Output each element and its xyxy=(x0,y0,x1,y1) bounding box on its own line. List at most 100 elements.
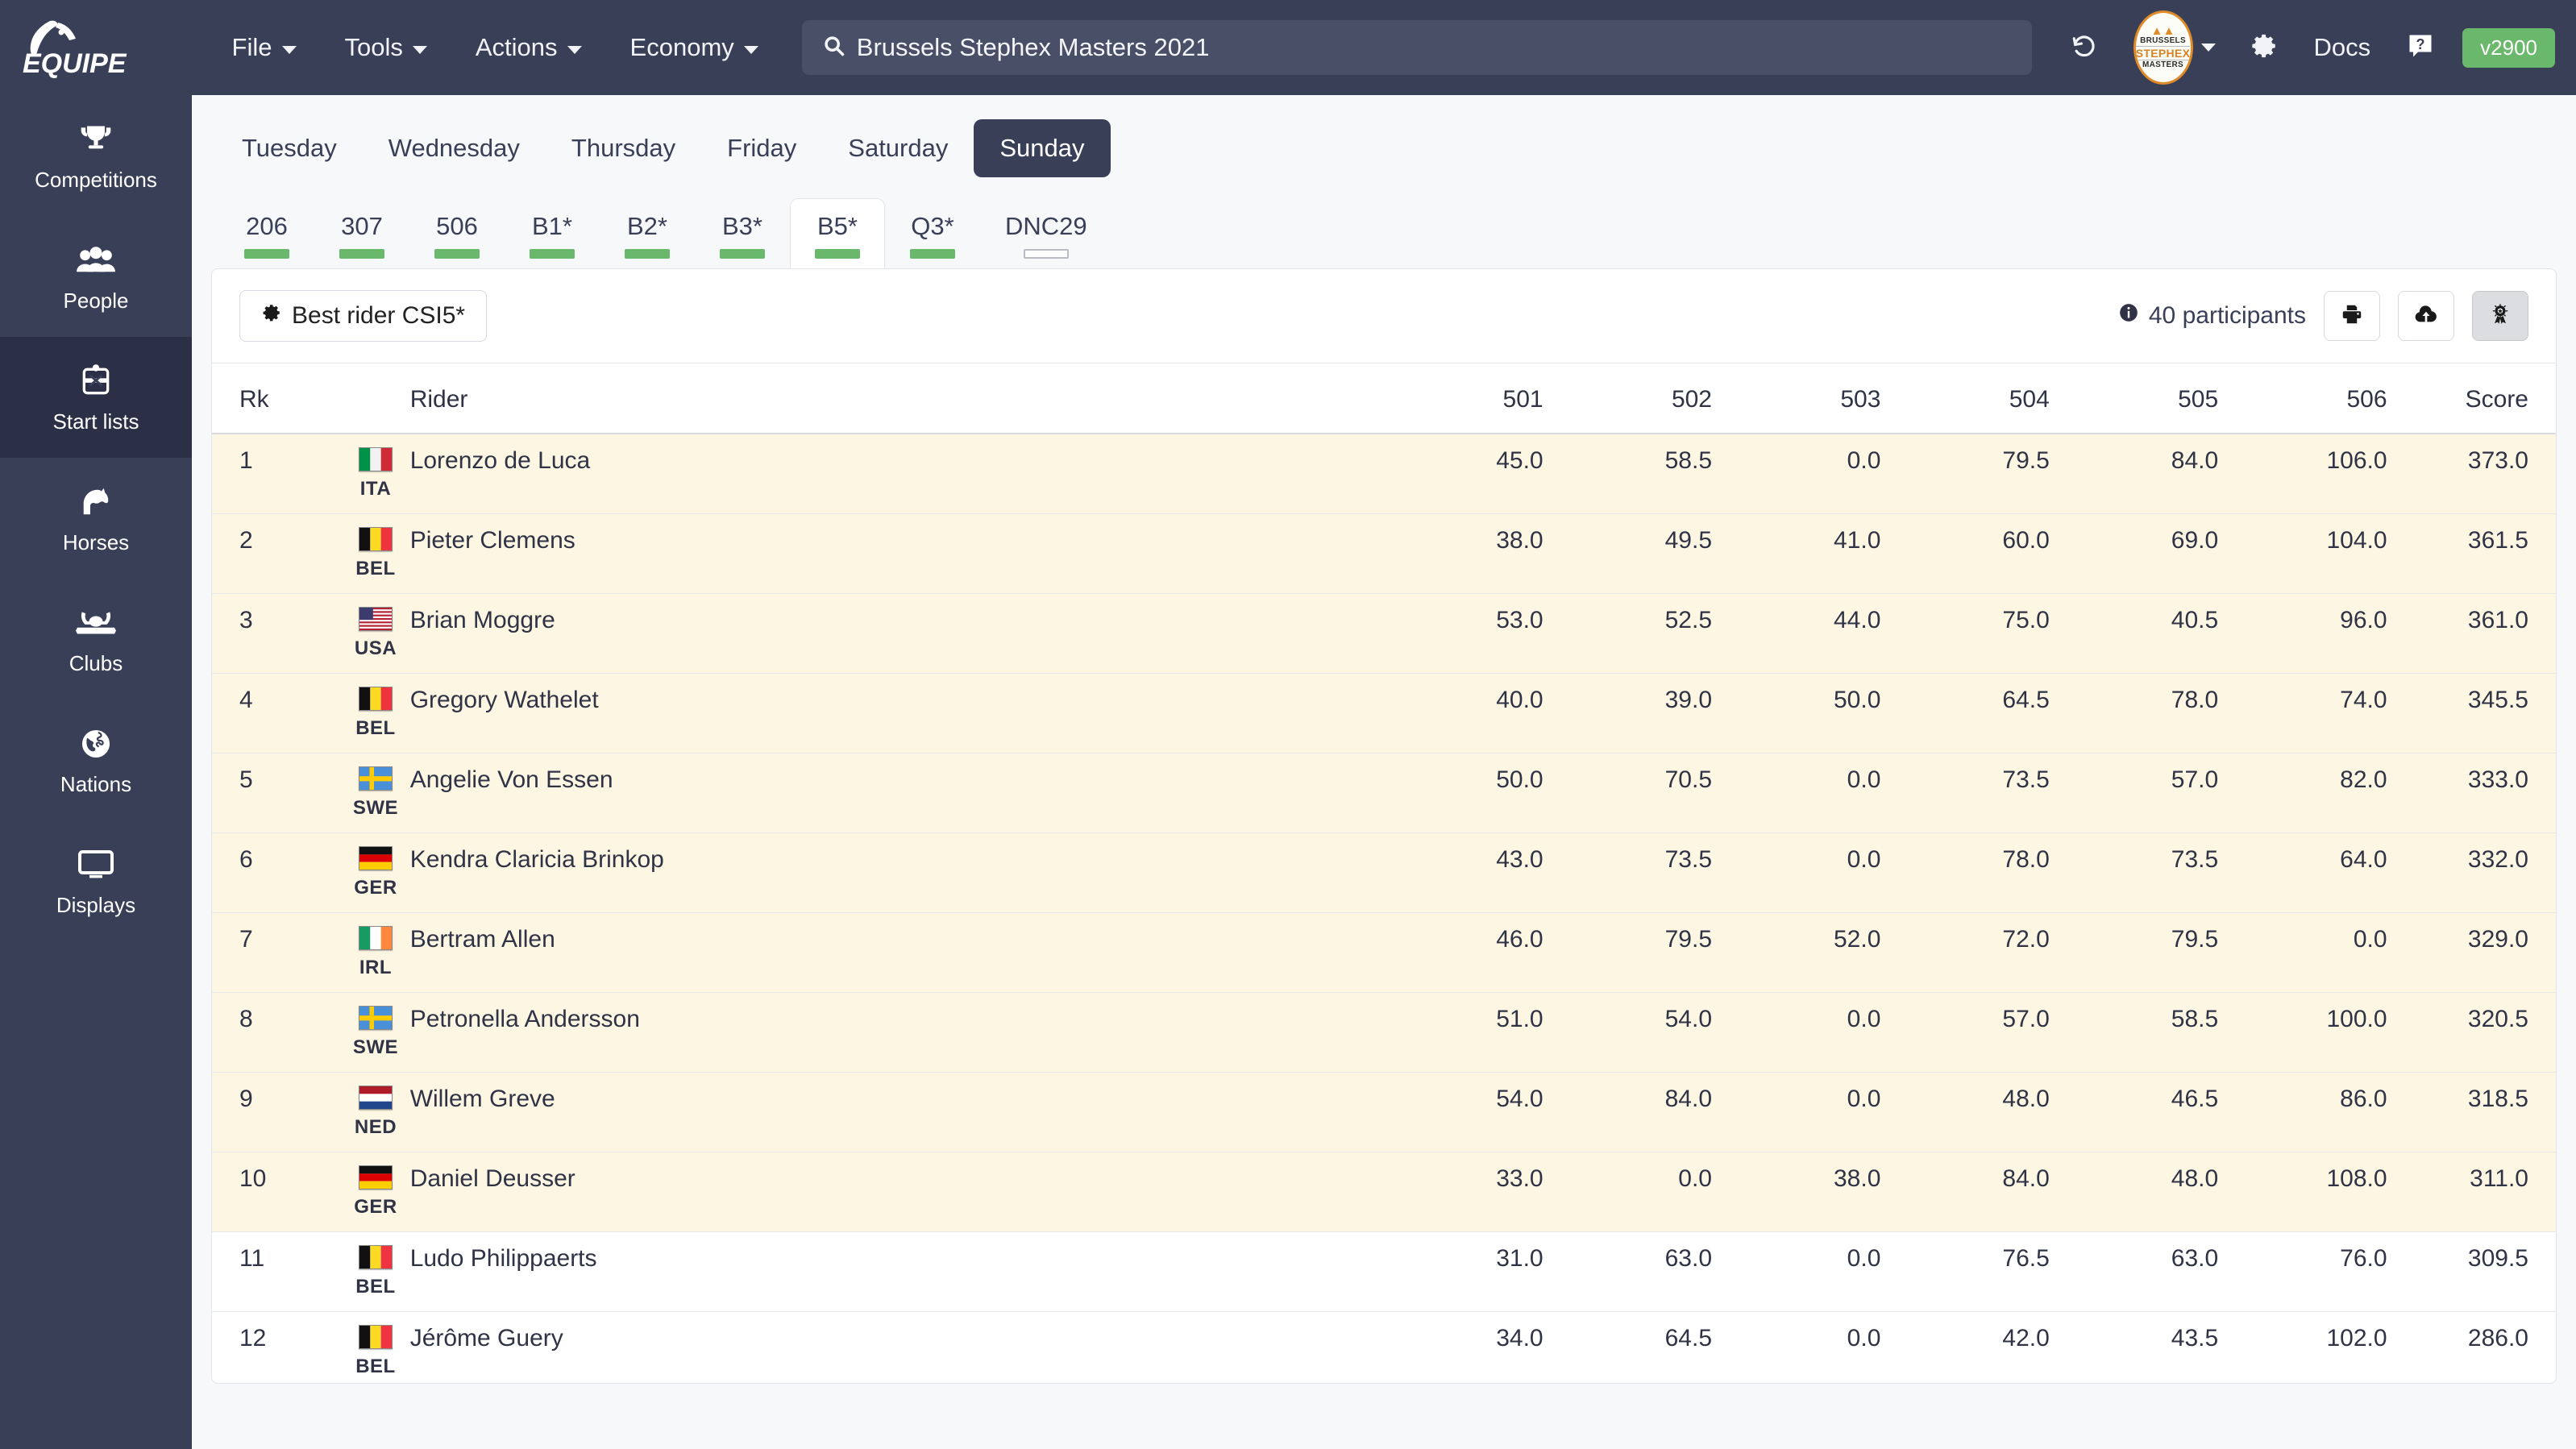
class-tab-label: B2* xyxy=(627,212,667,240)
table-row[interactable]: 4 BEL Gregory Wathelet 40.0 39.0 50.0 64.5 78.0… xyxy=(212,673,2556,754)
version-badge[interactable]: v2900 xyxy=(2462,27,2555,68)
status-bar xyxy=(530,249,575,259)
table-row[interactable]: 8 SWE Petronella Andersson 51.0 54.0 0.0 57.0 5… xyxy=(212,992,2556,1073)
cell-505: 69.0 xyxy=(2049,513,2219,594)
tab-tuesday[interactable]: Tuesday xyxy=(216,119,363,177)
cell-506: 102.0 xyxy=(2218,1311,2387,1383)
rider-name[interactable]: Ludo Philippaerts xyxy=(410,1243,597,1272)
cell-501: 46.0 xyxy=(1374,912,1544,993)
col-header-504[interactable]: 504 xyxy=(1880,363,2050,434)
rider-name[interactable]: Daniel Deusser xyxy=(410,1164,575,1192)
tab-friday[interactable]: Friday xyxy=(701,119,822,177)
table-row[interactable]: 1 ITA Lorenzo de Luca 45.0 58.5 0.0 79.5 84.0 10… xyxy=(212,434,2556,514)
menu-economy[interactable]: Economy xyxy=(606,25,783,70)
class-tab-b1[interactable]: B1* xyxy=(505,198,600,268)
participants-count: 40 participants xyxy=(2118,302,2306,330)
rider-name[interactable]: Kendra Claricia Brinkop xyxy=(410,845,664,873)
total-score-value: 332.0 xyxy=(2467,846,2528,873)
event-badge[interactable]: ▲▲ BRUSSELS STEPHEX MASTERS xyxy=(2116,0,2198,95)
rider-name[interactable]: Jérôme Guery xyxy=(410,1323,563,1351)
rider-name[interactable]: Willem Greve xyxy=(410,1084,555,1112)
cell-506: 76.0 xyxy=(2218,1231,2387,1312)
search-input[interactable]: Brussels Stephex Masters 2021 xyxy=(801,20,2032,75)
menu-tools[interactable]: Tools xyxy=(321,25,451,70)
tab-wednesday[interactable]: Wednesday xyxy=(363,119,546,177)
table-row[interactable]: 2 BEL Pieter Clemens 38.0 49.5 41.0 60.0 69.0 10… xyxy=(212,513,2556,594)
docs-link[interactable]: Docs xyxy=(2296,0,2389,95)
score-value: 74.0 xyxy=(2340,687,2387,713)
score-value: 106.0 xyxy=(2326,447,2387,474)
class-tab-206[interactable]: 206 xyxy=(219,198,314,268)
equipe-logo[interactable]: EQUIPE xyxy=(21,16,182,79)
class-tab-q3[interactable]: Q3* xyxy=(885,198,980,268)
score-value: 84.0 xyxy=(2171,447,2219,474)
tab-sunday[interactable]: Sunday xyxy=(974,119,1111,177)
score-value: 76.0 xyxy=(2340,1245,2387,1272)
cell-rank: 11 xyxy=(212,1231,342,1312)
col-header-score[interactable]: Score xyxy=(2387,363,2556,434)
search-icon xyxy=(823,35,846,61)
sidebar-item-competitions[interactable]: Competitions xyxy=(0,95,192,216)
class-tab-506[interactable]: 506 xyxy=(409,198,505,268)
print-button[interactable] xyxy=(2324,291,2380,341)
status-bar xyxy=(720,249,765,259)
total-score-value: 345.5 xyxy=(2467,687,2528,713)
col-header-rk[interactable]: Rk xyxy=(212,363,342,434)
col-header-rider[interactable]: Rider xyxy=(409,363,1375,434)
rider-name[interactable]: Pieter Clemens xyxy=(410,525,575,554)
sidebar-item-people[interactable]: People xyxy=(0,216,192,337)
score-value: 58.5 xyxy=(1664,447,1712,474)
rider-name[interactable]: Bertram Allen xyxy=(410,924,555,953)
score-value: 0.0 xyxy=(1847,766,1881,793)
col-header-502[interactable]: 502 xyxy=(1543,363,1712,434)
col-header-503[interactable]: 503 xyxy=(1712,363,1881,434)
class-tab-b3[interactable]: B3* xyxy=(695,198,790,268)
table-row[interactable]: 5 SWE Angelie Von Essen 50.0 70.5 0.0 73.5 57.0… xyxy=(212,753,2556,833)
sidebar-item-nations[interactable]: Nations xyxy=(0,700,192,820)
table-row[interactable]: 7 IRL Bertram Allen 46.0 79.5 52.0 72.0 79.5 0.0… xyxy=(212,912,2556,993)
history-undo-icon[interactable] xyxy=(2053,0,2116,95)
cell-501: 38.0 xyxy=(1374,513,1544,594)
sidebar-item-clubs[interactable]: Clubs xyxy=(0,579,192,700)
tab-thursday[interactable]: Thursday xyxy=(546,119,701,177)
rider-name[interactable]: Brian Moggre xyxy=(410,605,555,633)
table-row[interactable]: 6 GER Kendra Claricia Brinkop 43.0 73.5 0.0 78… xyxy=(212,832,2556,913)
class-tab-label: B3* xyxy=(722,212,762,240)
sidebar-item-start-lists[interactable]: Start lists xyxy=(0,337,192,458)
help-button[interactable]: ? xyxy=(2388,0,2453,95)
class-tab-307[interactable]: 307 xyxy=(314,198,409,268)
cell-502: 58.5 xyxy=(1543,434,1712,514)
tab-saturday[interactable]: Saturday xyxy=(822,119,974,177)
cell-503: 0.0 xyxy=(1712,1311,1881,1383)
rider-name[interactable]: Angelie Von Essen xyxy=(410,765,613,793)
rider-name[interactable]: Gregory Wathelet xyxy=(410,685,599,713)
class-tab-b2[interactable]: B2* xyxy=(600,198,695,268)
results-panel: Best rider CSI5* 40 participants Rk Ride… xyxy=(211,268,2557,1384)
table-row[interactable]: 12 BEL Jérôme Guery 34.0 64.5 0.0 42.0 43.5 102.… xyxy=(212,1311,2556,1383)
class-settings-label: Best rider CSI5* xyxy=(292,302,466,329)
status-bar xyxy=(910,249,955,259)
flag-icon-ned xyxy=(358,1086,393,1110)
table-row[interactable]: 9 NED Willem Greve 54.0 84.0 0.0 48.0 46.5 86.0 3… xyxy=(212,1072,2556,1152)
col-header-506[interactable]: 506 xyxy=(2218,363,2387,434)
table-row[interactable]: 10 GER Daniel Deusser 33.0 0.0 38.0 84.0 48.0 10… xyxy=(212,1152,2556,1232)
class-tab-dnc29[interactable]: DNC29 xyxy=(980,198,1112,268)
rider-name[interactable]: Lorenzo de Luca xyxy=(410,446,591,474)
class-settings-button[interactable]: Best rider CSI5* xyxy=(239,290,488,342)
col-header-505[interactable]: 505 xyxy=(2049,363,2219,434)
event-badge-dropdown[interactable] xyxy=(2198,0,2233,95)
cell-502: 70.5 xyxy=(1543,753,1712,833)
sidebar-item-horses[interactable]: Horses xyxy=(0,458,192,579)
upload-button[interactable] xyxy=(2398,291,2454,341)
sidebar-item-displays[interactable]: Displays xyxy=(0,820,192,941)
svg-text:?: ? xyxy=(2416,35,2425,52)
menu-actions[interactable]: Actions xyxy=(451,25,606,70)
results-button[interactable] xyxy=(2472,291,2528,341)
rider-name[interactable]: Petronella Andersson xyxy=(410,1004,640,1032)
table-row[interactable]: 11 BEL Ludo Philippaerts 31.0 63.0 0.0 76.5 63.… xyxy=(212,1231,2556,1312)
menu-file[interactable]: File xyxy=(208,25,321,70)
settings-button[interactable] xyxy=(2233,0,2296,95)
col-header-501[interactable]: 501 xyxy=(1374,363,1544,434)
class-tab-b5[interactable]: B5* xyxy=(790,198,885,268)
table-row[interactable]: 3 USA Brian Moggre 53.0 52.5 44.0 75.0 40.5 96.0… xyxy=(212,593,2556,674)
